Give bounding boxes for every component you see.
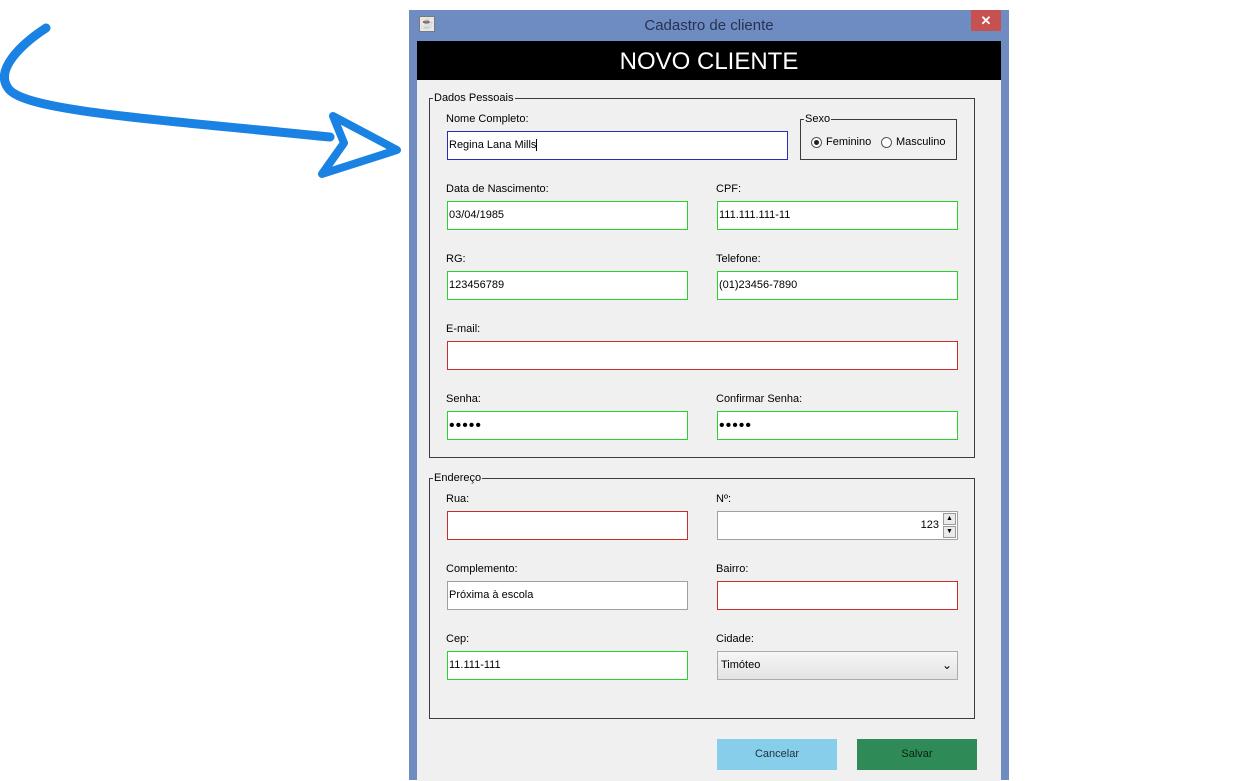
complemento-label: Complemento: <box>446 563 518 575</box>
radio-unchecked-icon <box>881 136 892 148</box>
senha-label: Senha: <box>446 393 481 405</box>
rg-field[interactable]: 123456789 <box>447 271 688 300</box>
arrow-shaft <box>0 23 335 142</box>
confirmar-senha-label: Confirmar Senha: <box>716 393 803 405</box>
window-title: Cadastro de cliente <box>644 17 774 34</box>
senha-field[interactable]: ••••• <box>447 411 688 440</box>
cidade-select[interactable]: Timóteo ⌄ <box>717 651 958 680</box>
app-window: ☕ Cadastro de cliente ✕ NOVO CLIENTE Dad… <box>409 10 1009 781</box>
sexo-group: Sexo Feminino Masculino <box>800 112 957 160</box>
rg-label: RG: <box>446 253 466 265</box>
cpf-label: CPF: <box>716 183 742 195</box>
sexo-legend: Sexo <box>804 112 832 126</box>
text-caret <box>536 139 538 152</box>
rua-label: Rua: <box>446 493 470 505</box>
confirmar-senha-field[interactable]: ••••• <box>717 411 958 440</box>
personal-data-legend: Dados Pessoais <box>433 91 515 105</box>
arrow-head <box>318 112 401 178</box>
save-button[interactable]: Salvar <box>857 739 977 770</box>
cidade-label: Cidade: <box>716 633 754 645</box>
radio-masculino[interactable]: Masculino <box>881 136 946 148</box>
radio-feminino[interactable]: Feminino <box>811 136 871 148</box>
email-field[interactable] <box>447 341 958 370</box>
bairro-label: Bairro: <box>716 563 749 575</box>
chevron-down-icon: ⌄ <box>941 658 952 672</box>
email-label: E-mail: <box>446 323 481 335</box>
telefone-field[interactable]: (01)23456-7890 <box>717 271 958 300</box>
annotation-arrow <box>0 23 401 178</box>
cidade-value: Timóteo <box>721 659 761 671</box>
personal-data-group: Dados Pessoais Nome Completo: Regina Lan… <box>429 91 975 458</box>
numero-spinner[interactable]: 123 ▲ ▼ <box>717 511 958 540</box>
spinner-down-icon[interactable]: ▼ <box>943 526 956 538</box>
close-button[interactable]: ✕ <box>971 10 1001 31</box>
nome-label: Nome Completo: <box>446 113 529 125</box>
nome-value: Regina Lana Mills <box>449 139 537 151</box>
radio-masculino-label: Masculino <box>896 136 946 148</box>
cpf-field[interactable]: 111.111.111-11 <box>717 201 958 230</box>
complemento-field[interactable]: Próxima à escola <box>447 581 688 610</box>
radio-checked-icon <box>811 136 822 148</box>
spinner-up-icon[interactable]: ▲ <box>943 513 956 525</box>
title-bar[interactable]: ☕ Cadastro de cliente ✕ <box>409 10 1009 40</box>
bairro-field[interactable] <box>717 581 958 610</box>
cep-field[interactable]: 11.111-111 <box>447 651 688 680</box>
address-group: Endereço Rua: Nº: 123 ▲ ▼ Complemento: P… <box>429 471 975 719</box>
cancel-button[interactable]: Cancelar <box>717 739 837 770</box>
nome-field[interactable]: Regina Lana Mills <box>447 131 788 160</box>
cep-label: Cep: <box>446 633 470 645</box>
address-legend: Endereço <box>433 471 483 485</box>
numero-value: 123 <box>920 519 939 531</box>
nascimento-label: Data de Nascimento: <box>446 183 549 195</box>
telefone-label: Telefone: <box>716 253 761 265</box>
radio-feminino-label: Feminino <box>826 136 872 148</box>
page-title: NOVO CLIENTE <box>417 41 1001 80</box>
numero-label: Nº: <box>716 493 732 505</box>
form-body: NOVO CLIENTE Dados Pessoais Nome Complet… <box>417 41 1001 781</box>
nascimento-field[interactable]: 03/04/1985 <box>447 201 688 230</box>
numero-spinner-buttons: ▲ ▼ <box>943 513 956 538</box>
rua-field[interactable] <box>447 511 688 540</box>
